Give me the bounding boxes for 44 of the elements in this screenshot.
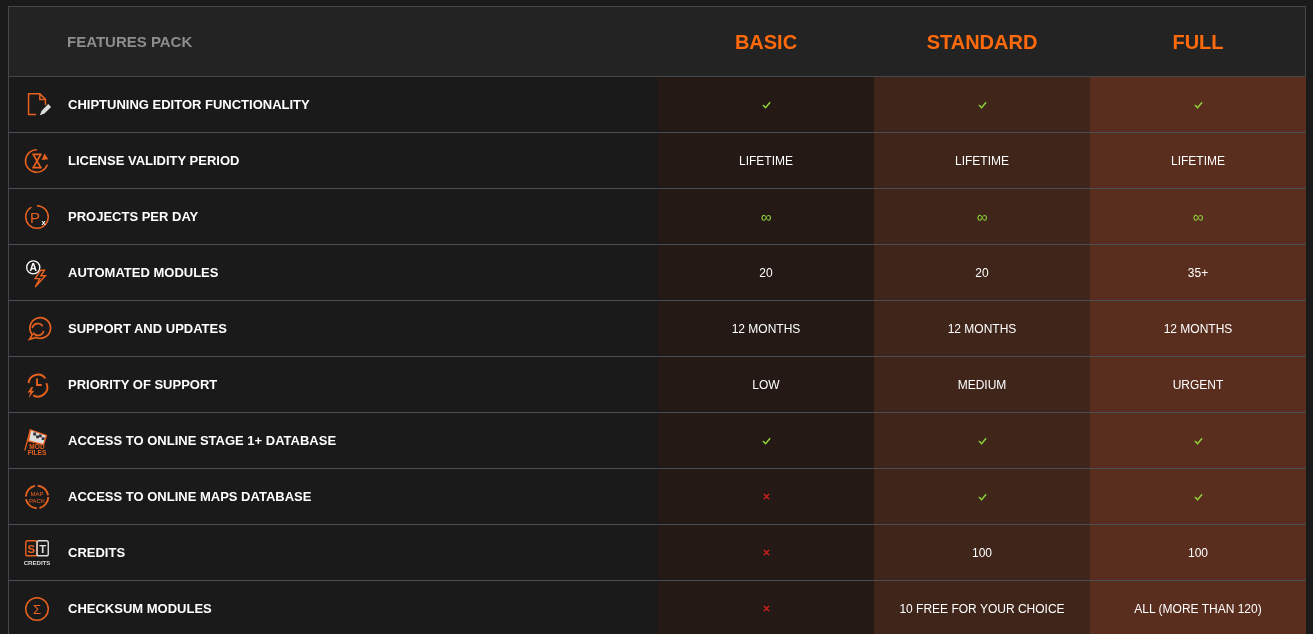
plan-name: STANDARD [926, 31, 1038, 54]
cell-value: MEDIUM [957, 377, 1007, 392]
cross-icon [762, 493, 770, 500]
feature-label: SUPPORT AND UPDATES [68, 321, 227, 336]
cell-value: LOW [752, 377, 780, 392]
checkmark-icon [977, 436, 987, 445]
cell-value: 100 [1188, 545, 1208, 560]
features-heading: FEATURES PACK [67, 33, 193, 50]
cross-icon [762, 605, 770, 612]
feature-label: PROJECTS PER DAY [68, 209, 199, 224]
feature-label: ACCESS TO ONLINE STAGE 1+ DATABASE [68, 433, 337, 448]
plan-name: FULL [1172, 31, 1224, 54]
cell-value: 12 MONTHS [1163, 321, 1233, 336]
checkmark-icon [761, 100, 771, 109]
checkmark-icon [1193, 492, 1203, 501]
checkmark-icon [977, 492, 987, 501]
infinity-symbol: ∞ [1192, 208, 1204, 225]
cell-value: LIFETIME [955, 153, 1009, 168]
infinity-symbol: ∞ [760, 208, 772, 225]
feature-label: ACCESS TO ONLINE MAPS DATABASE [68, 489, 312, 504]
checkmark-icon [977, 100, 987, 109]
cell-value: 20 [759, 265, 773, 280]
feature-label: CHECKSUM MODULES [68, 601, 212, 616]
cell-value: ALL (MORE THAN 120) [1134, 601, 1262, 616]
cell-value: LIFETIME [739, 153, 793, 168]
cell-value: 20 [975, 265, 989, 280]
feature-label: CREDITS [68, 545, 126, 560]
cross-icon [762, 549, 770, 556]
checkmark-icon [761, 436, 771, 445]
feature-label: CHIPTUNING EDITOR FUNCTIONALITY [68, 97, 310, 112]
cell-value: URGENT [1172, 377, 1224, 392]
checkmark-icon [1193, 436, 1203, 445]
cell-value: 35+ [1187, 265, 1209, 280]
cell-value: 10 FREE FOR YOUR CHOICE [899, 601, 1065, 616]
cell-value: 12 MONTHS [731, 321, 801, 336]
infinity-symbol: ∞ [976, 208, 988, 225]
cell-value: 12 MONTHS [947, 321, 1017, 336]
feature-label: LICENSE VALIDITY PERIOD [68, 153, 240, 168]
cell-value: LIFETIME [1171, 153, 1225, 168]
cell-value: 100 [972, 545, 992, 560]
plan-name: BASIC [734, 31, 798, 54]
feature-label: AUTOMATED MODULES [68, 265, 219, 280]
feature-label: PRIORITY OF SUPPORT [68, 377, 218, 392]
checkmark-icon [1193, 100, 1203, 109]
